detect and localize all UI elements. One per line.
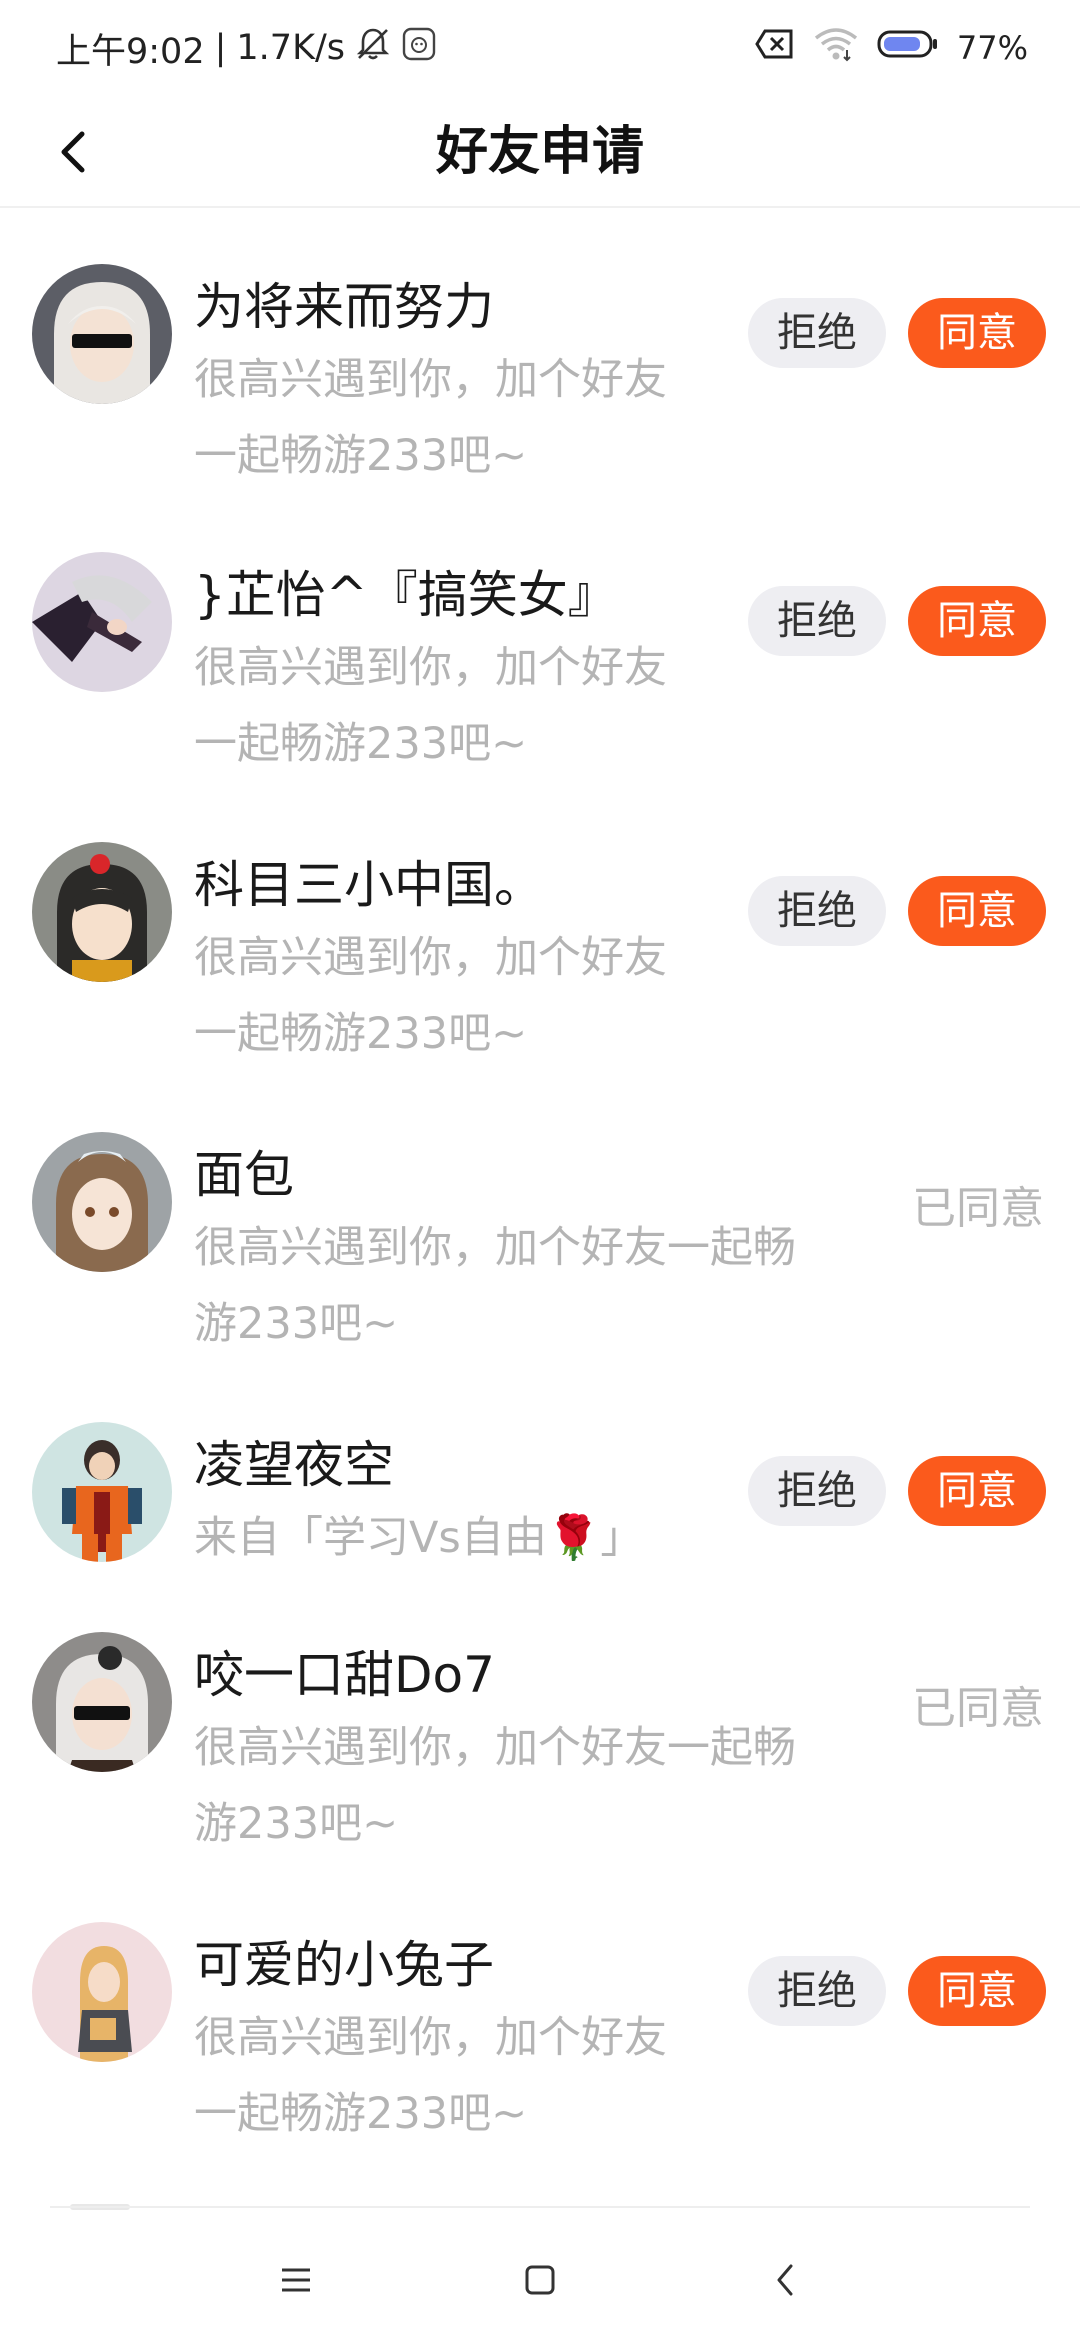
- message-line: 游233吧~: [194, 1799, 399, 1849]
- battery-level: 77%: [956, 29, 1028, 67]
- accepted-status: 已同意: [912, 1683, 1044, 1734]
- status-bar-right: 77%: [755, 22, 1028, 74]
- wifi-icon: [813, 26, 859, 70]
- friend-request-row: 可爱的小兔子 很高兴遇到你，加个好友 一起畅游233吧~ 拒绝 同意: [0, 1868, 1080, 2158]
- message-line: 很高兴遇到你，加个好友: [194, 2013, 667, 2063]
- menu-icon: [282, 2268, 310, 2292]
- accept-button[interactable]: 同意: [908, 586, 1046, 656]
- avatar[interactable]: [32, 1632, 172, 1772]
- home-icon: [525, 2265, 555, 2295]
- home-button[interactable]: [510, 2250, 570, 2310]
- request-info: 凌望夜空 来自「学习Vs自由🌹」: [194, 1430, 643, 1576]
- reject-button[interactable]: 拒绝: [748, 876, 886, 946]
- message-line: 一起畅游233吧~: [194, 719, 528, 769]
- request-message: 很高兴遇到你，加个好友 一起畅游233吧~: [194, 2000, 667, 2152]
- menu-button[interactable]: [266, 2250, 326, 2310]
- page-header: 好友申请: [0, 96, 1080, 208]
- message-line: 很高兴遇到你，加个好友一起畅: [194, 1723, 796, 1773]
- reject-button[interactable]: 拒绝: [748, 1956, 886, 2026]
- chevron-left-icon: [61, 131, 85, 173]
- request-info: 可爱的小兔子 很高兴遇到你，加个好友 一起畅游233吧~: [194, 1930, 667, 2152]
- avatar[interactable]: [32, 1422, 172, 1562]
- message-line: 一起畅游233吧~: [194, 2089, 528, 2139]
- requester-name: 凌望夜空: [194, 1436, 394, 1494]
- status-separator: |: [214, 28, 227, 68]
- avatar[interactable]: [32, 552, 172, 692]
- message-line: 游233吧~: [194, 1299, 399, 1349]
- requester-name: 可爱的小兔子: [194, 1936, 494, 1994]
- accept-button[interactable]: 同意: [908, 876, 1046, 946]
- request-info: 面包 很高兴遇到你，加个好友一起畅 游233吧~: [194, 1140, 796, 1362]
- app-notification-icon: [401, 26, 437, 71]
- network-speed: 1.7K/s: [236, 28, 346, 68]
- requester-name: 为将来而努力: [194, 278, 494, 336]
- request-message: 很高兴遇到你，加个好友一起畅 游233吧~: [194, 1210, 796, 1362]
- battery-icon: [877, 29, 939, 67]
- request-message: 很高兴遇到你，加个好友 一起畅游233吧~: [194, 920, 667, 1072]
- status-time: 上午9:02: [56, 31, 205, 72]
- message-line: 很高兴遇到你，加个好友: [194, 355, 667, 405]
- accept-button[interactable]: 同意: [908, 298, 1046, 368]
- friend-request-row: }芷怡^『搞笑女』 很高兴遇到你，加个好友 一起畅游233吧~ 拒绝 同意: [0, 498, 1080, 788]
- message-line: 很高兴遇到你，加个好友: [194, 643, 667, 693]
- avatar[interactable]: [32, 264, 172, 404]
- avatar[interactable]: [32, 842, 172, 982]
- requester-name: 面包: [194, 1146, 294, 1204]
- request-info: 为将来而努力 很高兴遇到你，加个好友 一起畅游233吧~: [194, 272, 667, 494]
- accepted-status: 已同意: [912, 1183, 1044, 1234]
- requester-name: 咬一口甜Do7: [194, 1646, 495, 1704]
- sim-off-icon: [755, 28, 795, 68]
- avatar[interactable]: [32, 1922, 172, 2062]
- message-line: 来自「学习Vs自由🌹」: [194, 1513, 644, 1563]
- message-line: 一起畅游233吧~: [194, 431, 528, 481]
- message-line: 很高兴遇到你，加个好友一起畅: [194, 1223, 796, 1273]
- message-line: 很高兴遇到你，加个好友: [194, 933, 667, 983]
- reject-button[interactable]: 拒绝: [748, 586, 886, 656]
- status-bar-left: 上午9:02 | 1.7K/s: [56, 22, 437, 74]
- accept-button[interactable]: 同意: [908, 1956, 1046, 2026]
- nav-back-button[interactable]: [756, 2250, 816, 2310]
- request-info: 科目三小中国。 很高兴遇到你，加个好友 一起畅游233吧~: [194, 850, 667, 1072]
- requester-name: }芷怡^『搞笑女』: [194, 566, 618, 624]
- friend-request-row: 科目三小中国。 很高兴遇到你，加个好友 一起畅游233吧~ 拒绝 同意: [0, 788, 1080, 1078]
- friend-request-row: 凌望夜空 来自「学习Vs自由🌹」 拒绝 同意: [0, 1368, 1080, 1578]
- friend-request-row: 面包 很高兴遇到你，加个好友一起畅 游233吧~ 已同意: [0, 1078, 1080, 1368]
- request-message: 来自「学习Vs自由🌹」: [194, 1500, 643, 1576]
- reject-button[interactable]: 拒绝: [748, 1456, 886, 1526]
- bell-off-icon: [355, 26, 391, 71]
- friend-request-row: 咬一口甜Do7 很高兴遇到你，加个好友一起畅 游233吧~ 已同意: [0, 1578, 1080, 1868]
- back-button[interactable]: [36, 114, 112, 190]
- request-message: 很高兴遇到你，加个好友一起畅 游233吧~: [194, 1710, 796, 1862]
- avatar[interactable]: [32, 1132, 172, 1272]
- request-info: }芷怡^『搞笑女』 很高兴遇到你，加个好友 一起畅游233吧~: [194, 560, 667, 782]
- divider: [50, 2206, 1030, 2208]
- status-bar: 上午9:02 | 1.7K/s 77%: [0, 0, 1080, 96]
- requester-name: 科目三小中国。: [194, 856, 544, 914]
- back-icon: [777, 2264, 793, 2296]
- system-nav-bar: [0, 2210, 1080, 2340]
- request-message: 很高兴遇到你，加个好友 一起畅游233吧~: [194, 342, 667, 494]
- request-info: 咬一口甜Do7 很高兴遇到你，加个好友一起畅 游233吧~: [194, 1640, 796, 1862]
- page-title: 好友申请: [435, 122, 644, 182]
- friend-request-row: 为将来而努力 很高兴遇到你，加个好友 一起畅游233吧~ 拒绝 同意: [0, 210, 1080, 498]
- message-line: 一起畅游233吧~: [194, 1009, 528, 1059]
- reject-button[interactable]: 拒绝: [748, 298, 886, 368]
- request-message: 很高兴遇到你，加个好友 一起畅游233吧~: [194, 630, 667, 782]
- accept-button[interactable]: 同意: [908, 1456, 1046, 1526]
